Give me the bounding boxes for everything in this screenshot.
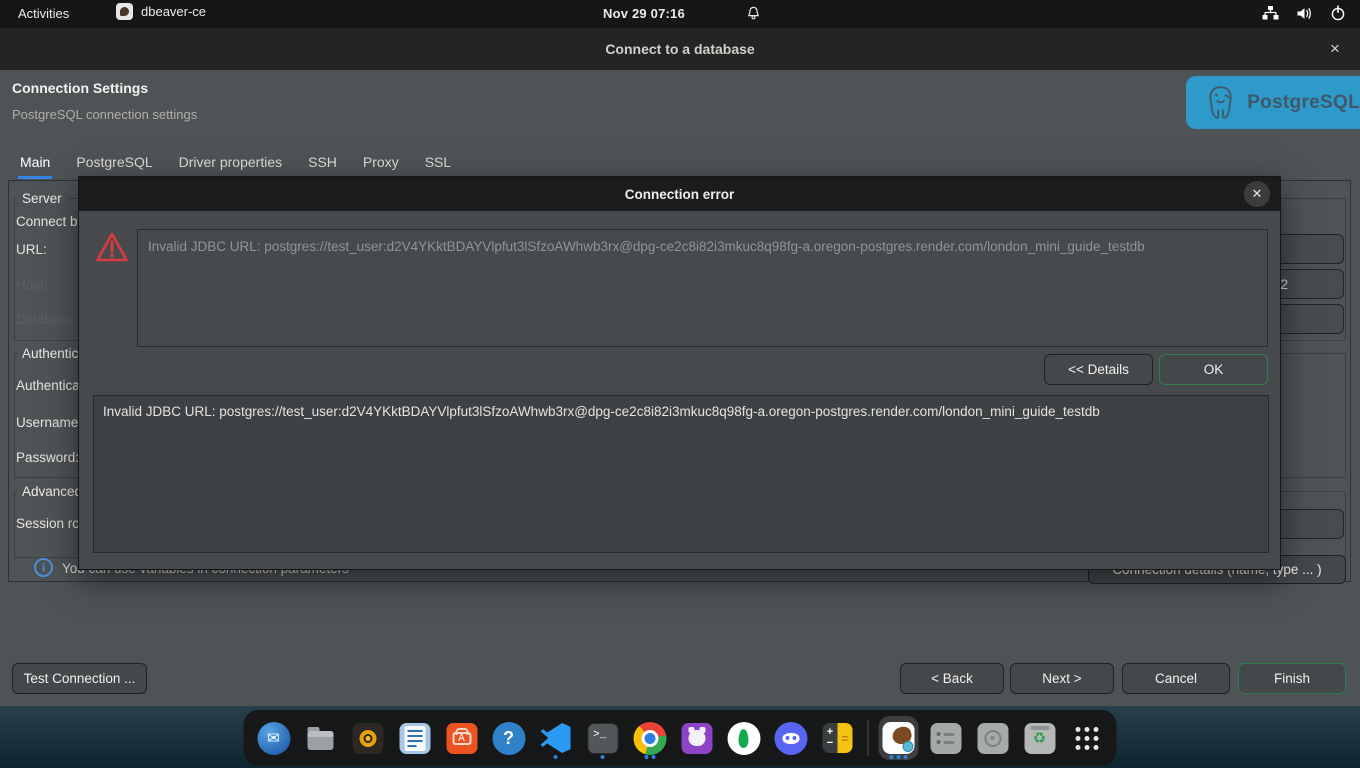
terminal-icon: >_ (587, 723, 618, 754)
page-title: Connection Settings (12, 80, 148, 96)
files-icon (308, 731, 334, 750)
cancel-button[interactable]: Cancel (1122, 663, 1230, 694)
tab-postgresql[interactable]: PostgreSQL (76, 154, 152, 178)
postgresql-logo: PostgreSQL (1186, 76, 1360, 129)
tab-proxy[interactable]: Proxy (363, 154, 399, 178)
tab-driver-properties[interactable]: Driver properties (179, 154, 282, 178)
dock-item-mongodb[interactable] (724, 716, 764, 760)
next-button[interactable]: Next > (1010, 663, 1114, 694)
power-icon (1330, 5, 1346, 21)
chrome-icon (633, 722, 666, 755)
dock-item-disks[interactable] (973, 716, 1013, 760)
username-label: Username: (16, 415, 82, 430)
warning-icon (95, 231, 129, 268)
dock-item-terminal[interactable]: >_ (583, 716, 623, 760)
dbeaver-app-icon (116, 3, 133, 20)
activities-button[interactable]: Activities (18, 6, 69, 21)
postgresql-logo-text: PostgreSQL (1247, 92, 1360, 114)
dock-item-trash[interactable]: ♻ (1020, 716, 1060, 760)
focused-app-indicator[interactable]: dbeaver-ce (116, 3, 206, 20)
window-close-button[interactable]: × (1324, 38, 1346, 60)
test-connection-button[interactable]: Test Connection ... (12, 663, 147, 694)
thunderbird-icon: ✉ (257, 722, 290, 755)
discord-icon (774, 722, 807, 755)
calculator-icon: +−= (823, 723, 853, 753)
system-top-bar: Activities dbeaver-ce Nov 29 07:16 (0, 0, 1360, 28)
app-grid-icon (1075, 727, 1098, 750)
error-message-box: Invalid JDBC URL: postgres://test_user:d… (137, 229, 1268, 347)
error-dialog-title: Connection error (625, 187, 735, 202)
database-label: Database: (16, 312, 78, 327)
clock-menu[interactable]: Nov 29 07:16 (603, 6, 685, 21)
dock-item-github[interactable] (677, 716, 717, 760)
dbeaver-icon (883, 722, 915, 754)
dock: ✉ A ? >_ +−= ♻ (244, 710, 1117, 766)
connection-error-dialog: Connection error ✕ Invalid JDBC URL: pos… (78, 176, 1281, 570)
network-wired-icon (1262, 6, 1279, 21)
dock-item-app-grid[interactable] (1067, 716, 1107, 760)
dock-item-writer[interactable] (395, 716, 435, 760)
dock-item-rhythmbox[interactable] (348, 716, 388, 760)
ok-button[interactable]: OK (1159, 354, 1268, 385)
window-title: Connect to a database (605, 41, 754, 57)
dock-item-files[interactable] (301, 716, 341, 760)
ubuntu-software-icon: A (446, 723, 477, 754)
vscode-icon (541, 723, 571, 753)
tab-ssh[interactable]: SSH (308, 154, 337, 178)
dock-item-dbeaver-active[interactable] (879, 716, 919, 760)
dock-item-vscode[interactable] (536, 716, 576, 760)
focused-app-name: dbeaver-ce (141, 4, 206, 19)
url-label: URL: (16, 242, 47, 257)
dock-item-thunderbird[interactable]: ✉ (254, 716, 294, 760)
advanced-group-label: Advanced (17, 484, 87, 499)
tab-ssl[interactable]: SSL (425, 154, 451, 178)
error-dialog-close-button[interactable]: ✕ (1244, 181, 1270, 207)
page-subtitle: PostgreSQL connection settings (12, 107, 197, 122)
finish-button[interactable]: Finish (1238, 663, 1346, 694)
dock-separator (868, 720, 869, 756)
settings-tab-bar: Main PostgreSQL Driver properties SSH Pr… (20, 154, 451, 178)
server-group-label: Server (17, 191, 67, 206)
dock-item-discord[interactable] (771, 716, 811, 760)
dock-item-settings[interactable] (926, 716, 966, 760)
system-settings-icon (930, 723, 961, 754)
trash-icon: ♻ (1024, 723, 1055, 754)
password-label: Password: (16, 450, 79, 465)
details-toggle-button[interactable]: << Details (1044, 354, 1153, 385)
libreoffice-writer-icon (399, 723, 430, 754)
dock-item-calculator[interactable]: +−= (818, 716, 858, 760)
window-titlebar[interactable]: Connect to a database × (0, 28, 1360, 70)
help-icon: ? (492, 722, 525, 755)
dock-item-help[interactable]: ? (489, 716, 529, 760)
rhythmbox-icon (352, 723, 383, 754)
volume-icon (1296, 6, 1313, 21)
tab-main[interactable]: Main (20, 154, 50, 178)
error-details-text[interactable]: Invalid JDBC URL: postgres://test_user:d… (93, 395, 1269, 553)
github-icon (681, 723, 712, 754)
dock-item-chrome[interactable] (630, 716, 670, 760)
back-button[interactable]: < Back (900, 663, 1004, 694)
system-status-area[interactable] (1262, 5, 1346, 21)
info-icon: i (34, 558, 53, 577)
error-dialog-titlebar[interactable]: Connection error ✕ (79, 177, 1280, 211)
host-label: Host: (16, 277, 48, 292)
mongodb-compass-icon (727, 722, 760, 755)
disks-icon (977, 723, 1008, 754)
postgres-elephant-icon (1202, 83, 1239, 123)
notification-bell-icon (745, 5, 762, 25)
screen: Activities dbeaver-ce Nov 29 07:16 Conne… (0, 0, 1360, 768)
dock-item-software[interactable]: A (442, 716, 482, 760)
